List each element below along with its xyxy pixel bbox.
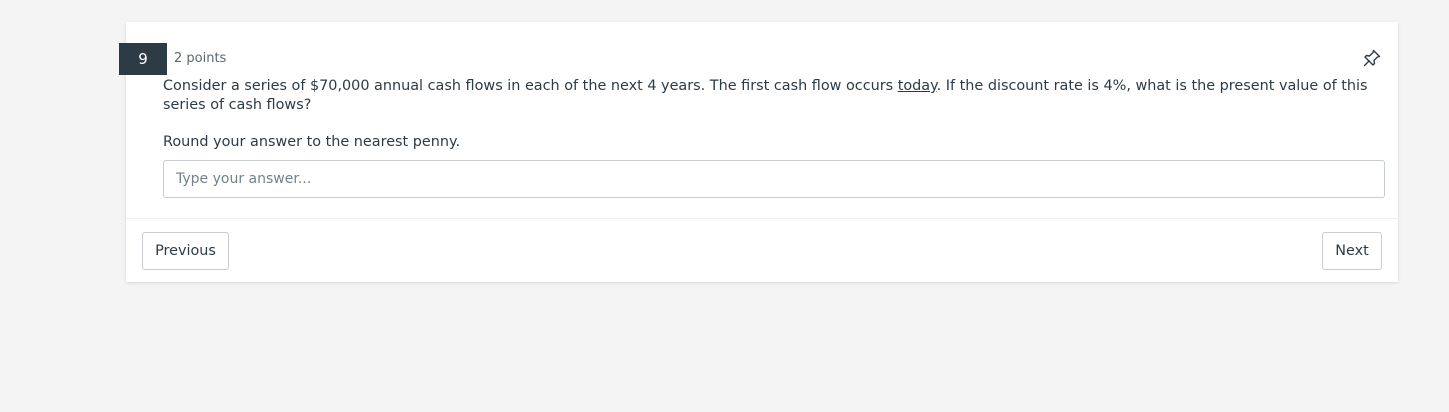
next-button[interactable]: Next	[1322, 232, 1382, 270]
footer-divider	[126, 218, 1398, 219]
pin-icon[interactable]	[1362, 48, 1382, 68]
question-text-part: Consider a series of $70,000 annual cash…	[163, 78, 898, 94]
question-instruction: Round your answer to the nearest penny.	[163, 134, 461, 150]
question-text: Consider a series of $70,000 annual cash…	[163, 77, 1373, 115]
question-card: 9 2 points Consider a series of $70,000 …	[119, 22, 1398, 282]
question-number-badge: 9	[119, 43, 167, 75]
question-points: 2 points	[174, 51, 227, 66]
answer-input[interactable]	[163, 160, 1385, 198]
previous-button[interactable]: Previous	[142, 232, 229, 270]
question-emphasis-today: today	[897, 78, 937, 94]
